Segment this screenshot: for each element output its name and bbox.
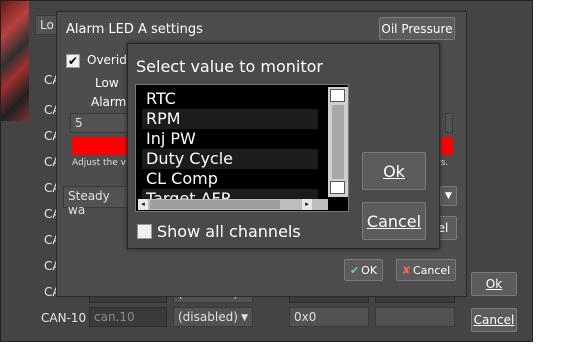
can-value-field[interactable]: 0x0 bbox=[289, 307, 369, 327]
can-source-select[interactable]: (disabled) ▼ bbox=[173, 307, 253, 327]
mode-dropdown-button[interactable]: ▼ bbox=[440, 186, 457, 206]
low-label: Low bbox=[95, 76, 119, 90]
scroll-up-button[interactable] bbox=[330, 89, 345, 102]
dialog-title: Select value to monitor bbox=[136, 57, 323, 76]
list-item[interactable]: CL Comp bbox=[142, 169, 318, 189]
hint-text: Adjust the v bbox=[72, 158, 126, 168]
checkmark-icon: ✔ bbox=[67, 54, 79, 68]
main-ok-button[interactable]: Ok bbox=[471, 272, 517, 296]
show-all-checkbox[interactable] bbox=[137, 224, 152, 239]
ok-check-icon: ✔ bbox=[349, 263, 360, 277]
chevron-down-icon: ▼ bbox=[445, 191, 452, 201]
show-all-label: Show all channels bbox=[157, 222, 301, 241]
scroll-thumb[interactable] bbox=[332, 105, 344, 179]
alarm-cancel-button[interactable]: ✘ Cancel bbox=[396, 259, 456, 281]
override-checkbox[interactable]: ✔ bbox=[66, 54, 80, 68]
scroll-left-icon[interactable]: ◂ bbox=[138, 199, 148, 210]
horizontal-scrollbar[interactable]: ◂ ▸ bbox=[138, 199, 328, 210]
scroll-down-button[interactable] bbox=[330, 181, 345, 194]
scroll-right-icon[interactable]: ▸ bbox=[302, 199, 312, 210]
select-value-dialog: Select value to monitor RTC RPM Inj PW D… bbox=[127, 43, 440, 249]
dropdown-arrow-icon: ▼ bbox=[241, 313, 248, 323]
select-ok-button[interactable]: Ok bbox=[362, 152, 426, 190]
low-color-swatch[interactable] bbox=[72, 137, 130, 155]
high-value-field[interactable] bbox=[445, 113, 453, 133]
channel-listbox[interactable]: RTC RPM Inj PW Duty Cycle CL Comp Target… bbox=[135, 84, 349, 212]
low-value-field[interactable]: 5 bbox=[70, 113, 130, 133]
select-cancel-button[interactable]: Cancel bbox=[362, 202, 426, 240]
can-row-label: CAN-10 bbox=[41, 311, 87, 325]
list-item[interactable]: RTC bbox=[142, 89, 318, 109]
list-item[interactable]: Target AFR bbox=[142, 189, 318, 199]
cancel-x-icon: ✘ bbox=[401, 263, 411, 277]
alarm-label: Alarm bbox=[91, 95, 127, 109]
dialog-title: Alarm LED A settings bbox=[66, 22, 203, 37]
high-color-swatch[interactable] bbox=[441, 137, 453, 155]
main-cancel-button[interactable]: Cancel bbox=[471, 308, 517, 332]
hscroll-thumb[interactable] bbox=[150, 200, 280, 209]
list-item[interactable]: RPM bbox=[142, 109, 318, 129]
can-extra-field[interactable] bbox=[375, 307, 455, 327]
list-item[interactable]: Duty Cycle bbox=[142, 149, 318, 169]
vertical-scrollbar[interactable] bbox=[328, 87, 348, 197]
alarm-ok-button[interactable]: ✔ OK bbox=[344, 259, 383, 281]
channel-select-button[interactable]: Oil Pressure bbox=[379, 17, 455, 40]
can-name-field[interactable]: can.10 bbox=[89, 307, 167, 327]
list-item[interactable]: Inj PW bbox=[142, 129, 318, 149]
engine-image bbox=[1, 1, 29, 121]
mode-select[interactable]: Steady wa bbox=[63, 186, 129, 217]
